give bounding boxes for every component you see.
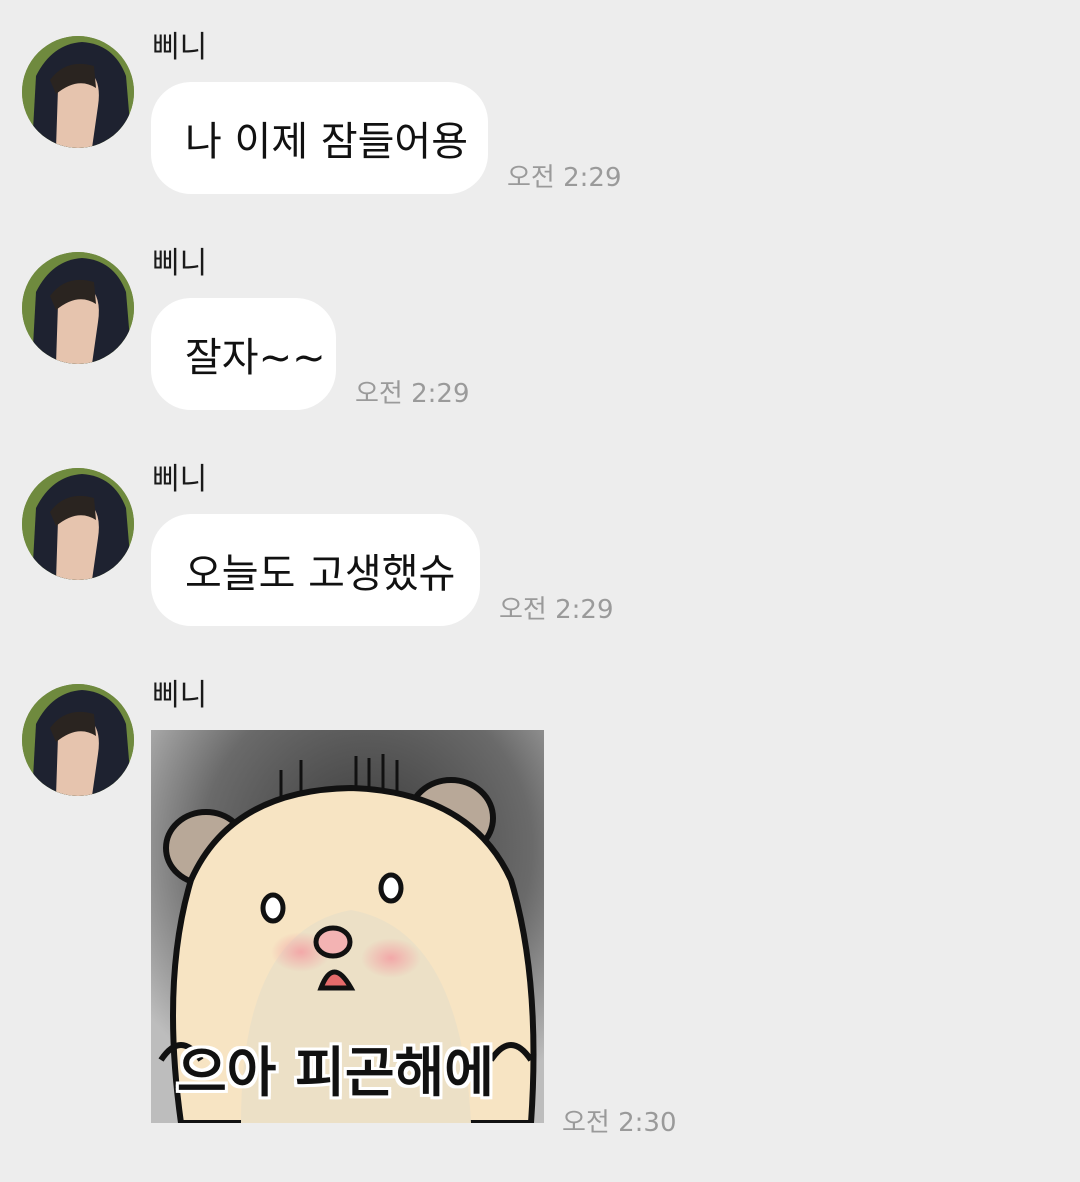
- sender-name: 삐니: [152, 30, 208, 65]
- message-bubble[interactable]: 오늘도 고생했슈: [151, 514, 480, 626]
- message-time: 오전 2:30: [562, 1108, 677, 1138]
- message-time: 오전 2:29: [507, 163, 622, 193]
- sender-name: 삐니: [152, 246, 208, 281]
- message-time: 오전 2:29: [499, 595, 614, 625]
- message-time: 오전 2:29: [355, 379, 470, 409]
- avatar[interactable]: [22, 36, 134, 148]
- avatar[interactable]: [22, 684, 134, 796]
- avatar[interactable]: [22, 468, 134, 580]
- sticker-image[interactable]: 으아 피곤해에: [151, 730, 544, 1123]
- message-bubble[interactable]: 나 이제 잠들어용: [151, 82, 488, 194]
- sender-name: 삐니: [152, 678, 208, 713]
- avatar[interactable]: [22, 252, 134, 364]
- sticker-caption: 으아 피곤해에: [177, 1041, 494, 1104]
- message-bubble[interactable]: 잘자~~: [151, 298, 336, 410]
- sender-name: 삐니: [152, 462, 208, 497]
